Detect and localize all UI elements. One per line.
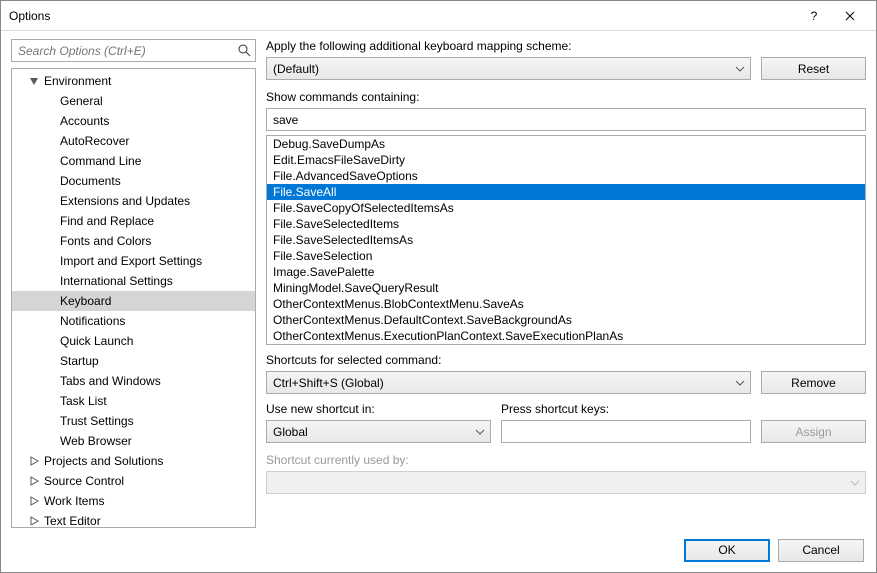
tree-node-label: Import and Export Settings bbox=[60, 254, 202, 268]
command-list-item[interactable]: Image.SavePalette bbox=[267, 264, 865, 280]
tree-node-label: Web Browser bbox=[60, 434, 132, 448]
expand-icon[interactable] bbox=[28, 455, 40, 467]
used-by-field bbox=[266, 471, 866, 494]
tree-node-label: Task List bbox=[60, 394, 107, 408]
tree-node-label: Fonts and Colors bbox=[60, 234, 151, 248]
scheme-select[interactable]: (Default) bbox=[266, 57, 751, 80]
used-by-label: Shortcut currently used by: bbox=[266, 453, 866, 467]
command-list-item[interactable]: File.SaveCopyOfSelectedItemsAs bbox=[267, 200, 865, 216]
tree-node-label: Accounts bbox=[60, 114, 109, 128]
tree-node-label: General bbox=[60, 94, 103, 108]
reset-button[interactable]: Reset bbox=[761, 57, 866, 80]
dialog-footer: OK Cancel bbox=[1, 528, 876, 572]
press-shortcut-label: Press shortcut keys: bbox=[501, 402, 866, 416]
options-dialog: Options ? Environment General Accounts Auto… bbox=[0, 0, 877, 573]
command-list-item[interactable]: File.SaveSelection bbox=[267, 248, 865, 264]
command-list-item[interactable]: File.AdvancedSaveOptions bbox=[267, 168, 865, 184]
tree-node-label: Find and Replace bbox=[60, 214, 154, 228]
tree-node-label: Work Items bbox=[44, 494, 104, 508]
command-list-item[interactable]: OtherContextMenus.ImageContext.SavePictu… bbox=[267, 344, 865, 345]
shortcuts-label: Shortcuts for selected command: bbox=[266, 353, 866, 367]
use-new-shortcut-label: Use new shortcut in: bbox=[266, 402, 491, 416]
command-list-item[interactable]: MiningModel.SaveQueryResult bbox=[267, 280, 865, 296]
tree-node[interactable]: Work Items bbox=[12, 491, 255, 511]
tree-node[interactable]: General bbox=[12, 91, 255, 111]
close-button[interactable] bbox=[832, 2, 868, 30]
tree-node-label: Projects and Solutions bbox=[44, 454, 163, 468]
command-list-item[interactable]: OtherContextMenus.BlobContextMenu.SaveAs bbox=[267, 296, 865, 312]
tree-node[interactable]: Text Editor bbox=[12, 511, 255, 525]
tree-node-label: Text Editor bbox=[44, 514, 101, 525]
right-panel: Apply the following additional keyboard … bbox=[266, 39, 866, 528]
tree-node[interactable]: AutoRecover bbox=[12, 131, 255, 151]
scheme-label: Apply the following additional keyboard … bbox=[266, 39, 866, 53]
tree-node[interactable]: Startup bbox=[12, 351, 255, 371]
shortcuts-select[interactable]: Ctrl+Shift+S (Global) bbox=[266, 371, 751, 394]
tree-node-label: Source Control bbox=[44, 474, 124, 488]
tree-node[interactable]: Notifications bbox=[12, 311, 255, 331]
command-list-item[interactable]: File.SaveSelectedItems bbox=[267, 216, 865, 232]
show-commands-input[interactable] bbox=[266, 108, 866, 131]
tree-node-label: Trust Settings bbox=[60, 414, 134, 428]
tree-node[interactable]: Extensions and Updates bbox=[12, 191, 255, 211]
tree-node-label: AutoRecover bbox=[60, 134, 129, 148]
command-list-item[interactable]: Edit.EmacsFileSaveDirty bbox=[267, 152, 865, 168]
press-shortcut-input[interactable] bbox=[501, 420, 751, 443]
tree-node[interactable]: Projects and Solutions bbox=[12, 451, 255, 471]
tree-node-label: Startup bbox=[60, 354, 99, 368]
show-commands-label: Show commands containing: bbox=[266, 90, 866, 104]
tree-node[interactable]: Command Line bbox=[12, 151, 255, 171]
tree-node-environment[interactable]: Environment bbox=[12, 71, 255, 91]
tree-node[interactable]: International Settings bbox=[12, 271, 255, 291]
left-panel: Environment General Accounts AutoRecover Com… bbox=[11, 39, 256, 528]
assign-button[interactable]: Assign bbox=[761, 420, 866, 443]
ok-button[interactable]: OK bbox=[684, 539, 770, 562]
expand-icon[interactable] bbox=[28, 75, 40, 87]
tree-node[interactable]: Documents bbox=[12, 171, 255, 191]
use-new-shortcut-select[interactable]: Global bbox=[266, 420, 491, 443]
remove-button[interactable]: Remove bbox=[761, 371, 866, 394]
command-list-item[interactable]: OtherContextMenus.ExecutionPlanContext.S… bbox=[267, 328, 865, 344]
tree-node[interactable]: Quick Launch bbox=[12, 331, 255, 351]
tree-node-label: International Settings bbox=[60, 274, 173, 288]
expand-icon[interactable] bbox=[28, 495, 40, 507]
tree-node[interactable]: Keyboard bbox=[12, 291, 255, 311]
tree-node[interactable]: Web Browser bbox=[12, 431, 255, 451]
tree-node[interactable]: Fonts and Colors bbox=[12, 231, 255, 251]
window-title: Options bbox=[9, 9, 796, 23]
titlebar: Options ? bbox=[1, 1, 876, 31]
command-list-item[interactable]: File.SaveSelectedItemsAs bbox=[267, 232, 865, 248]
tree-node-label: Command Line bbox=[60, 154, 141, 168]
tree-node-label: Quick Launch bbox=[60, 334, 133, 348]
tree-node[interactable]: Find and Replace bbox=[12, 211, 255, 231]
tree-node[interactable]: Task List bbox=[12, 391, 255, 411]
help-button[interactable]: ? bbox=[796, 2, 832, 30]
help-icon: ? bbox=[811, 9, 818, 23]
cancel-button[interactable]: Cancel bbox=[778, 539, 864, 562]
commands-listbox[interactable]: Debug.SaveDumpAsEdit.EmacsFileSaveDirtyF… bbox=[266, 135, 866, 345]
search-input[interactable] bbox=[11, 39, 256, 62]
expand-icon[interactable] bbox=[28, 515, 40, 525]
tree-node-label: Environment bbox=[44, 74, 111, 88]
tree-node-label: Extensions and Updates bbox=[60, 194, 190, 208]
tree-node[interactable]: Tabs and Windows bbox=[12, 371, 255, 391]
tree-node-label: Keyboard bbox=[60, 294, 111, 308]
close-icon bbox=[845, 11, 855, 21]
tree-node[interactable]: Source Control bbox=[12, 471, 255, 491]
options-tree[interactable]: Environment General Accounts AutoRecover Com… bbox=[11, 68, 256, 528]
tree-node[interactable]: Import and Export Settings bbox=[12, 251, 255, 271]
search-icon bbox=[236, 42, 252, 58]
tree-node-label: Documents bbox=[60, 174, 121, 188]
tree-node-label: Notifications bbox=[60, 314, 125, 328]
command-list-item[interactable]: OtherContextMenus.DefaultContext.SaveBac… bbox=[267, 312, 865, 328]
expand-icon[interactable] bbox=[28, 475, 40, 487]
tree-node[interactable]: Accounts bbox=[12, 111, 255, 131]
tree-node[interactable]: Trust Settings bbox=[12, 411, 255, 431]
command-list-item[interactable]: File.SaveAll bbox=[267, 184, 865, 200]
command-list-item[interactable]: Debug.SaveDumpAs bbox=[267, 136, 865, 152]
tree-node-label: Tabs and Windows bbox=[60, 374, 161, 388]
